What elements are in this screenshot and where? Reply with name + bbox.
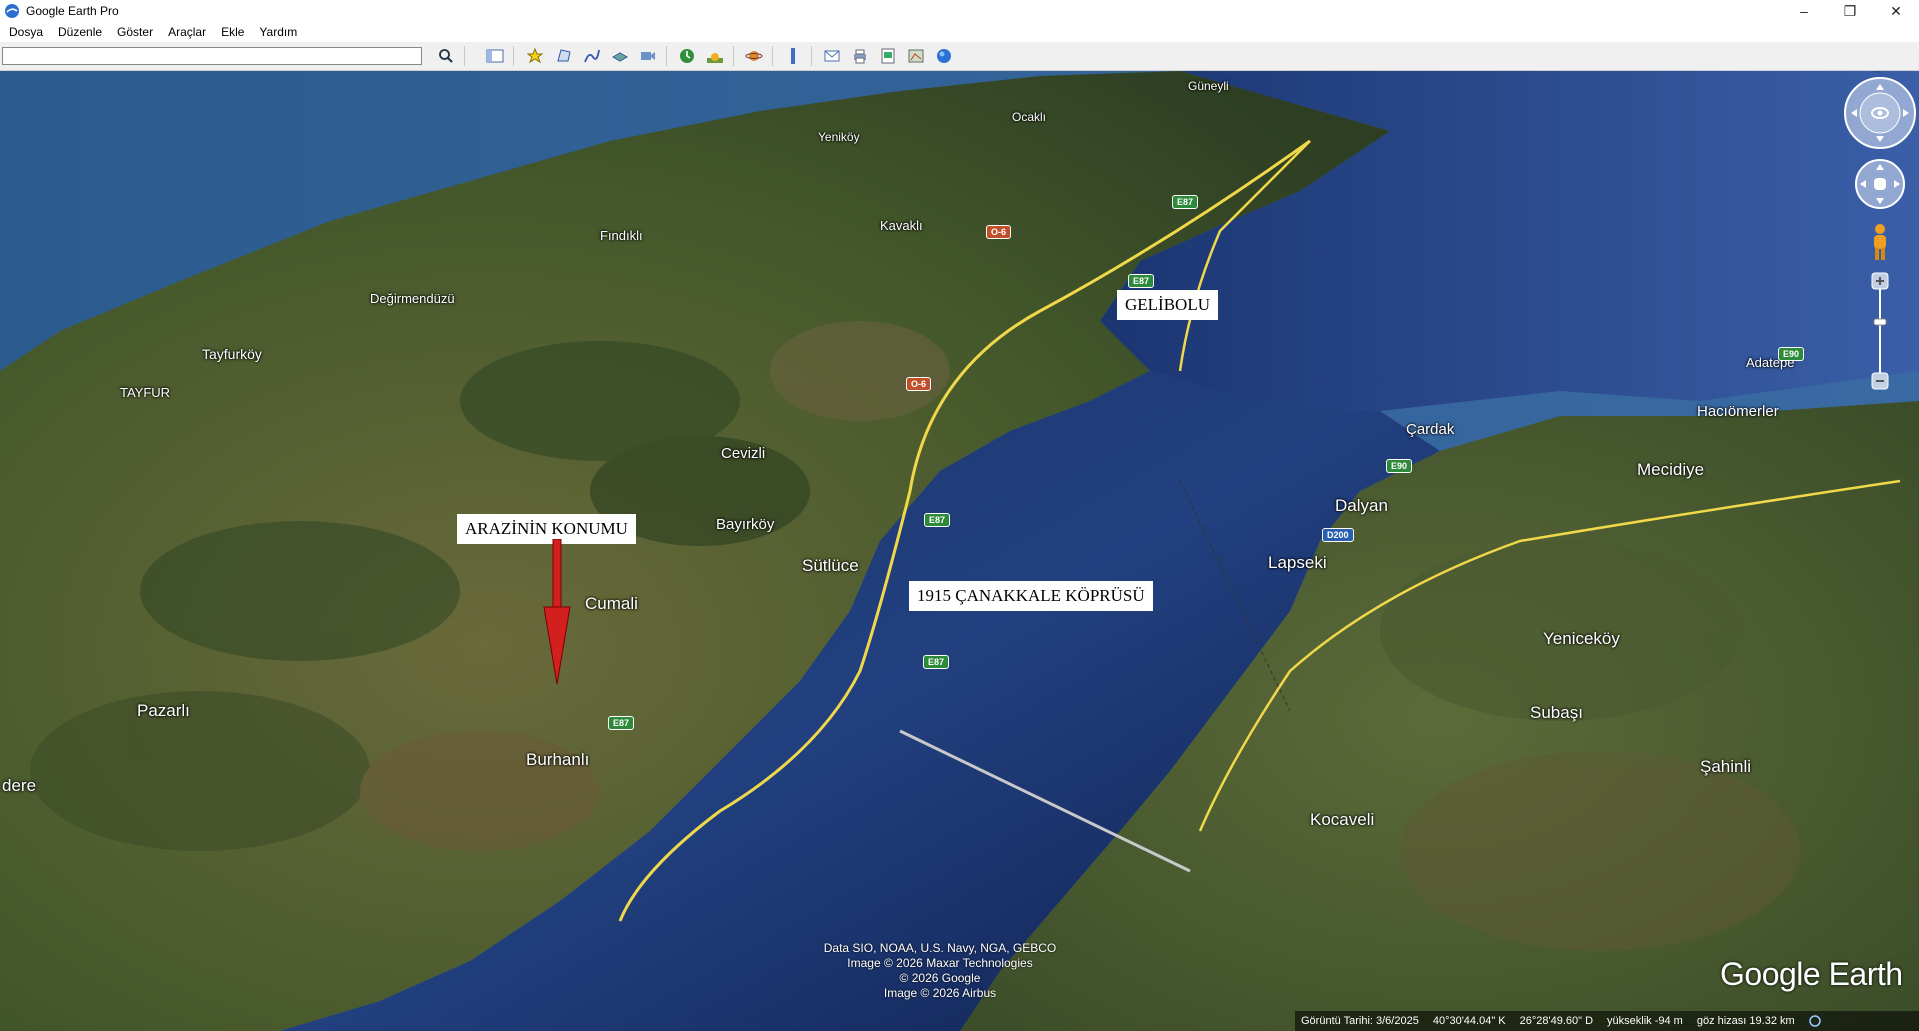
road-shield-o6: O-6 — [986, 225, 1012, 239]
place-dalyan[interactable]: Dalyan — [1335, 496, 1388, 516]
place-yenicekoy[interactable]: Yeniceköy — [1543, 629, 1620, 649]
ruler-icon[interactable] — [781, 45, 805, 67]
close-button[interactable]: ✕ — [1873, 0, 1919, 22]
move-joystick-icon[interactable] — [1854, 158, 1906, 210]
place-kavakli[interactable]: Kavaklı — [880, 218, 923, 233]
place-yenikoy[interactable]: Yeniköy — [818, 130, 860, 144]
imagery-credits: Data SIO, NOAA, U.S. Navy, NGA, GEBCO Im… — [820, 941, 1060, 1001]
place-haciomerler[interactable]: Hacıömerler — [1697, 403, 1779, 420]
road-shield-e90: E90 — [1778, 347, 1805, 361]
imagery-date: Görüntü Tarihi: 3/6/2025 — [1301, 1015, 1419, 1027]
place-cumali[interactable]: Cumali — [585, 594, 638, 614]
image-overlay-icon[interactable] — [608, 45, 632, 67]
navigation-controls: N — [1839, 71, 1919, 431]
place-burhanli[interactable]: Burhanlı — [526, 750, 589, 770]
place-cevizli[interactable]: Cevizli — [721, 445, 765, 462]
place-bayirkoy[interactable]: Bayırköy — [716, 516, 774, 533]
menu-view[interactable]: Göster — [108, 25, 159, 39]
road-shield-e87: E87 — [608, 716, 635, 730]
polygon-icon[interactable] — [552, 45, 576, 67]
credit-line: Image © 2026 Maxar Technologies — [847, 956, 1033, 970]
satellite-imagery — [0, 71, 1919, 1031]
google-earth-app-icon — [5, 4, 19, 18]
sidebar-icon[interactable] — [483, 45, 507, 67]
road-shield-d200: D200 — [1322, 528, 1354, 542]
streaming-icon — [1808, 1015, 1821, 1027]
credit-line: © 2026 Google — [899, 971, 981, 985]
minimize-button[interactable]: – — [1781, 0, 1827, 22]
record-tour-icon[interactable] — [636, 45, 660, 67]
restore-button[interactable]: ❐ — [1827, 0, 1873, 22]
placemark-icon[interactable] — [524, 45, 548, 67]
elevation: yükseklik -94 m — [1607, 1015, 1683, 1027]
menu-tools[interactable]: Araçlar — [159, 25, 212, 39]
place-subasi[interactable]: Subaşı — [1530, 703, 1583, 723]
planets-icon[interactable] — [742, 45, 766, 67]
search-icon[interactable] — [434, 45, 458, 67]
view-in-maps-icon[interactable] — [904, 45, 928, 67]
road-shield-e87: E87 — [1128, 274, 1155, 288]
earth-3d-view[interactable]: Güneyli Ocaklı Yeniköy Kavaklı Fındıklı … — [0, 71, 1919, 1031]
longitude: 26°28'49.60" D — [1519, 1015, 1594, 1027]
place-mecidiye[interactable]: Mecidiye — [1637, 460, 1704, 480]
annotation-gelibolu: GELİBOLU — [1117, 290, 1218, 320]
place-ocakli[interactable]: Ocaklı — [1012, 110, 1046, 124]
road-shield-e87: E87 — [1172, 195, 1199, 209]
menu-add[interactable]: Ekle — [212, 25, 250, 39]
annotation-bridge: 1915 ÇANAKKALE KÖPRÜSÜ — [909, 581, 1153, 611]
place-tayfur[interactable]: TAYFUR — [120, 385, 170, 400]
road-shield-e87: E87 — [923, 655, 950, 669]
location-arrow — [543, 539, 571, 685]
google-earth-logo: Google Earth — [1720, 956, 1903, 992]
window-title: Google Earth Pro — [26, 4, 119, 18]
street-view-pegman-icon[interactable] — [1869, 222, 1891, 262]
menu-help[interactable]: Yardım — [250, 25, 303, 39]
place-lapseki[interactable]: Lapseki — [1268, 553, 1327, 573]
place-pazarli[interactable]: Pazarlı — [137, 701, 190, 721]
email-icon[interactable] — [820, 45, 844, 67]
place-dere[interactable]: dere — [2, 776, 36, 796]
road-shield-e87: E87 — [924, 513, 951, 527]
toolbar — [0, 42, 1919, 71]
menu-bar: Dosya Düzenle Göster Araçlar Ekle Yardım — [0, 22, 1919, 42]
place-sutluce[interactable]: Sütlüce — [802, 556, 859, 576]
place-sahinli[interactable]: Şahinli — [1700, 757, 1751, 777]
credit-line: Image © 2026 Airbus — [883, 986, 997, 1000]
earth-icon[interactable] — [932, 45, 956, 67]
place-findikli[interactable]: Fındıklı — [600, 228, 643, 243]
status-bar: Görüntü Tarihi: 3/6/2025 40°30'44.04" K … — [1295, 1011, 1919, 1031]
save-image-icon[interactable] — [876, 45, 900, 67]
menu-file[interactable]: Dosya — [0, 25, 49, 39]
place-cardak[interactable]: Çardak — [1406, 421, 1454, 438]
place-kocaveli[interactable]: Kocaveli — [1310, 810, 1374, 830]
place-guneyli[interactable]: Güneyli — [1188, 79, 1229, 93]
place-tayfurkoy[interactable]: Tayfurköy — [202, 346, 262, 362]
path-icon[interactable] — [580, 45, 604, 67]
road-shield-e90: E90 — [1386, 459, 1413, 473]
look-joystick-icon[interactable] — [1843, 76, 1917, 150]
print-icon[interactable] — [848, 45, 872, 67]
zoom-slider[interactable] — [1870, 271, 1890, 391]
search-input[interactable] — [2, 47, 422, 65]
north-label: N — [1874, 71, 1881, 73]
latitude: 40°30'44.04" K — [1432, 1015, 1506, 1027]
place-degirmenduzu[interactable]: Değirmendüzü — [370, 291, 455, 306]
title-bar: Google Earth Pro – ❐ ✕ — [0, 0, 1919, 22]
sun-icon[interactable] — [703, 45, 727, 67]
historical-imagery-icon[interactable] — [675, 45, 699, 67]
eye-altitude: göz hizası 19.32 km — [1696, 1015, 1795, 1027]
credit-line: Data SIO, NOAA, U.S. Navy, NGA, GEBCO — [823, 941, 1057, 955]
menu-edit[interactable]: Düzenle — [49, 25, 108, 39]
road-shield-o6: O-6 — [906, 377, 932, 391]
